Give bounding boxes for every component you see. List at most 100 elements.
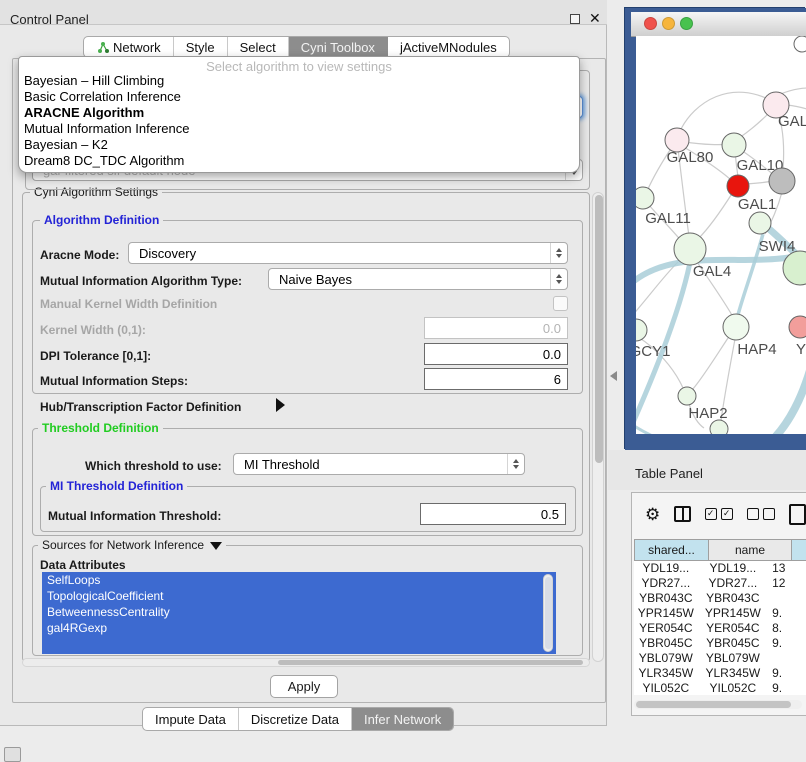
- network-node-hap2[interactable]: [678, 387, 696, 405]
- deselect-all-columns-icon[interactable]: [747, 508, 775, 520]
- tab-cyni-toolbox[interactable]: Cyni Toolbox: [289, 37, 388, 57]
- node-label: Y: [796, 341, 806, 358]
- sources-group-title[interactable]: Sources for Network Inference: [38, 539, 226, 551]
- collapse-down-icon[interactable]: [210, 542, 222, 550]
- table-cell: YBR045C: [698, 636, 768, 651]
- algorithm-option[interactable]: Bayesian – K2: [19, 137, 579, 153]
- table-row[interactable]: YER054CYER054C8.: [634, 621, 806, 636]
- combo-arrows-icon: [507, 454, 524, 474]
- network-node-gal11[interactable]: [636, 187, 654, 209]
- attribute-item[interactable]: BetweennessCentrality: [42, 604, 556, 620]
- table-row[interactable]: YBR045CYBR045C9.: [634, 636, 806, 651]
- network-node-swi4[interactable]: [749, 212, 771, 234]
- network-canvas[interactable]: GALGAL80GAL10GAL1GAL11SWI4GAL4GCY1HAP4YH…: [636, 36, 806, 434]
- network-edge[interactable]: [636, 422, 768, 434]
- settings-horizontal-scrollbar[interactable]: [22, 658, 590, 667]
- tab-style[interactable]: Style: [174, 37, 228, 57]
- table-cell: [768, 591, 806, 606]
- combo-arrows-icon: [550, 269, 567, 289]
- network-node-gal4[interactable]: [674, 233, 706, 265]
- column-header-shared[interactable]: shared...: [634, 539, 709, 561]
- algorithm-option[interactable]: ARACNE Algorithm: [19, 105, 579, 121]
- manual-kernel-width-checkbox[interactable]: [553, 296, 568, 311]
- table-cell: YDR27...: [634, 576, 698, 591]
- collapsed-panel-button[interactable]: [4, 747, 21, 762]
- network-node-gcy1[interactable]: [636, 319, 647, 341]
- table-row[interactable]: YBL079WYBL079W: [634, 651, 806, 666]
- apply-button[interactable]: Apply: [270, 675, 338, 698]
- table-row[interactable]: YLR345WYLR345W9.: [634, 666, 806, 681]
- network-edge[interactable]: [787, 105, 806, 110]
- network-edge[interactable]: [680, 92, 774, 131]
- settings-vertical-scrollbar[interactable]: [592, 192, 604, 662]
- algorithm-option[interactable]: Dream8 DC_TDC Algorithm: [19, 153, 579, 169]
- network-node[interactable]: [769, 168, 795, 194]
- network-edge[interactable]: [739, 112, 770, 138]
- tab-label: Select: [240, 40, 276, 55]
- mi-steps-field[interactable]: 6: [424, 368, 568, 390]
- tab-select[interactable]: Select: [228, 37, 289, 57]
- data-attributes-list[interactable]: SelfLoopsTopologicalCoefficientBetweenne…: [42, 572, 556, 654]
- node-label: GCY1: [636, 343, 670, 360]
- which-threshold-combo[interactable]: MI Threshold: [233, 453, 525, 475]
- network-edge[interactable]: [684, 142, 727, 145]
- column-header-name[interactable]: name: [709, 539, 792, 561]
- export-table-icon[interactable]: [789, 504, 806, 525]
- table-row[interactable]: YDL19...YDL19...13: [634, 561, 806, 576]
- tab-network[interactable]: Network: [84, 37, 174, 57]
- table-cell: 9.: [768, 681, 806, 695]
- float-window-icon[interactable]: [570, 14, 580, 24]
- zoom-traffic-light[interactable]: [680, 17, 693, 30]
- columns-icon[interactable]: [674, 506, 690, 522]
- expand-right-icon[interactable]: [276, 398, 285, 412]
- network-edge[interactable]: [698, 192, 733, 239]
- mi-algorithm-type-combo[interactable]: Naive Bayes: [268, 268, 568, 290]
- network-edge[interactable]: [692, 335, 730, 390]
- tab-jactivemnodules[interactable]: jActiveMNodules: [388, 37, 509, 57]
- table-row[interactable]: YIL052CYIL052C9.: [634, 681, 806, 695]
- bottom-tabbar: Impute DataDiscretize DataInfer Network: [142, 707, 454, 731]
- table-cell: YPR145W: [698, 606, 768, 621]
- attribute-item[interactable]: TopologicalCoefficient: [42, 588, 556, 604]
- table-row[interactable]: YPR145WYPR145W9.: [634, 606, 806, 621]
- table-horizontal-scrollbar[interactable]: [634, 700, 802, 709]
- network-view-window[interactable]: GALGAL80GAL10GAL1GAL11SWI4GAL4GCY1HAP4YH…: [625, 8, 806, 450]
- table-cell: YLR345W: [634, 666, 698, 681]
- network-node-gal1[interactable]: [727, 175, 749, 197]
- attribute-item[interactable]: SelfLoops: [42, 572, 556, 588]
- table-row[interactable]: YDR27...YDR27...12: [634, 576, 806, 591]
- table-cell: 8.: [768, 621, 806, 636]
- attribute-item[interactable]: gal4RGexp: [42, 620, 556, 636]
- gear-icon[interactable]: ⚙: [645, 506, 660, 523]
- table-cell: YIL052C: [698, 681, 768, 695]
- aracne-mode-combo[interactable]: Discovery: [128, 242, 568, 264]
- network-node[interactable]: [794, 36, 806, 52]
- bottom-tab-impute-data[interactable]: Impute Data: [143, 708, 239, 730]
- network-window-titlebar[interactable]: [631, 12, 806, 37]
- collapse-left-icon[interactable]: [610, 371, 617, 381]
- network-node[interactable]: [710, 420, 728, 434]
- network-edge[interactable]: [746, 181, 772, 184]
- select-all-columns-icon[interactable]: ✓✓: [705, 508, 733, 520]
- close-traffic-light[interactable]: [644, 17, 657, 30]
- kernel-width-field[interactable]: 0.0: [424, 317, 568, 339]
- close-icon[interactable]: ✕: [589, 10, 601, 27]
- bottom-tab-infer-network[interactable]: Infer Network: [352, 708, 453, 730]
- table-cell: YBR043C: [698, 591, 768, 606]
- algorithm-dropdown-popup: Select algorithm to view settings Bayesi…: [18, 56, 580, 173]
- mi-threshold-field[interactable]: 0.5: [420, 503, 566, 525]
- dpi-tolerance-field[interactable]: 0.0: [424, 343, 568, 365]
- network-node-hap4[interactable]: [723, 314, 749, 340]
- algorithm-option[interactable]: Mutual Information Inference: [19, 121, 579, 137]
- attribute-list-scrollbar[interactable]: [543, 574, 553, 652]
- network-node-gal10[interactable]: [722, 133, 746, 157]
- network-node-y[interactable]: [789, 316, 806, 338]
- algorithm-option[interactable]: Bayesian – Hill Climbing: [19, 73, 579, 89]
- table-row[interactable]: YBR043CYBR043C: [634, 591, 806, 606]
- hub-definition-label[interactable]: Hub/Transcription Factor Definition: [40, 400, 241, 414]
- minimize-traffic-light[interactable]: [662, 17, 675, 30]
- algorithm-option[interactable]: Basic Correlation Inference: [19, 89, 579, 105]
- table-cell: 9.: [768, 606, 806, 621]
- bottom-tab-discretize-data[interactable]: Discretize Data: [239, 708, 352, 730]
- column-header-A[interactable]: A: [792, 539, 806, 561]
